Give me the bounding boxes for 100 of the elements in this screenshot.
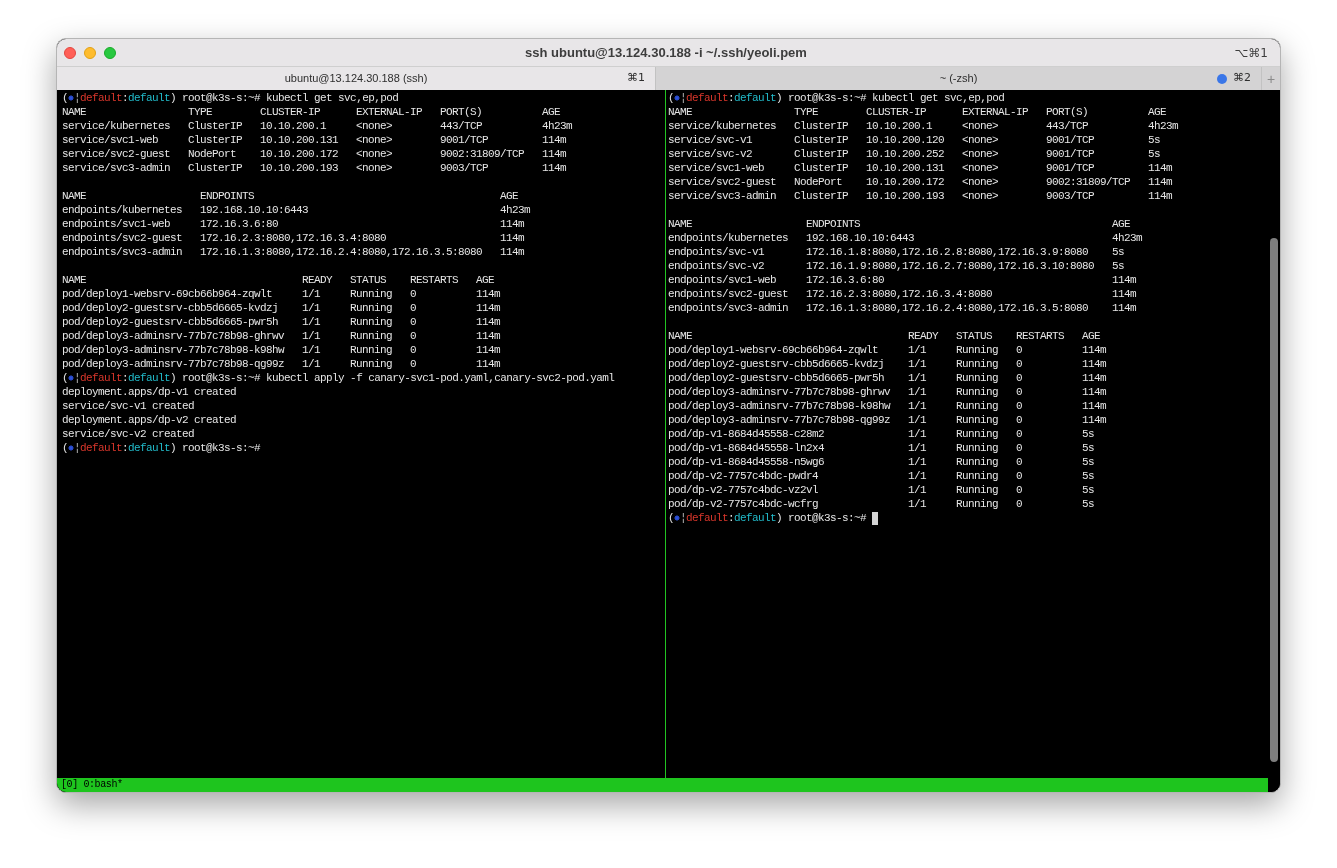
table-cell-text: pod/dp-v2-7757c4bdc-pwdr4: [668, 469, 820, 483]
column-header: AGE: [542, 105, 562, 119]
table-cell: 10.10.200.172: [260, 147, 339, 161]
zoom-button[interactable]: [104, 46, 116, 59]
close-button[interactable]: [64, 46, 76, 59]
kube-context: ¦default:default): [680, 91, 783, 105]
table-cell-text: endpoints/svc1-web: [668, 273, 778, 287]
table-cell: endpoints/kubernetes: [668, 231, 789, 245]
table-cell-text: 114m: [542, 161, 568, 175]
output-text: deployment.apps/dp-v2 created: [62, 413, 238, 427]
table-cell: 114m: [476, 357, 501, 371]
prompt-text: root@k3s-s:~#: [788, 91, 867, 105]
column-header: RESTARTS: [1016, 329, 1065, 343]
table-cell: endpoints/svc3-admin: [668, 301, 789, 315]
table-cell-text: 1/1: [302, 343, 322, 357]
table-cell-text: 1/1: [302, 315, 322, 329]
column-header: ENDPOINTS: [806, 217, 862, 231]
table-cell-text: NodePort: [794, 175, 844, 189]
table-cell-text: 1/1: [908, 483, 928, 497]
column-header: RESTARTS: [410, 273, 459, 287]
table-cell-text: 1/1: [908, 399, 928, 413]
table-cell-text: 5s: [1082, 497, 1096, 511]
table-cell: Running: [350, 329, 393, 343]
table-cell: 10.10.200.131: [866, 161, 945, 175]
column-header: STATUS: [350, 273, 388, 287]
wheel-icon: [68, 375, 74, 381]
table-cell-text: <none>: [962, 133, 1000, 147]
column-header: EXTERNAL-IP: [962, 105, 1029, 119]
table-cell-text: <none>: [962, 119, 1000, 133]
table-cell: 114m: [476, 329, 501, 343]
shortcut-label: ⌘1: [627, 70, 645, 87]
table-cell-text: 0: [410, 315, 418, 329]
table-cell-text: <none>: [356, 147, 394, 161]
column-header: NAME: [668, 105, 693, 119]
table-cell: 4h23m: [1112, 231, 1143, 245]
table-cell-text: service/svc1-web: [668, 161, 766, 175]
table-cell-text: 114m: [1148, 161, 1174, 175]
wheel-icon: [674, 515, 680, 521]
column-header: NAME: [668, 329, 693, 343]
column-header: EXTERNAL-IP: [356, 105, 423, 119]
table-cell-text: pod/deploy1-websrv-69cb66b964-zqwlt: [668, 343, 880, 357]
table-cell-text: 5s: [1148, 133, 1162, 147]
table-cell-text: 114m: [1112, 273, 1138, 287]
table-cell: 114m: [1082, 343, 1107, 357]
prompt-bracket: (: [668, 91, 674, 105]
table-cell: 114m: [1082, 399, 1107, 413]
table-cell-text: 114m: [500, 231, 526, 245]
table-cell: 10.10.200.172: [866, 175, 945, 189]
table-cell-text: 114m: [542, 147, 568, 161]
shortcut-label: ⌥⌘1: [1234, 44, 1268, 62]
table-cell: 114m: [1082, 385, 1107, 399]
prompt-text: root@k3s-s:~#: [788, 511, 867, 525]
table-cell: Running: [956, 427, 999, 441]
table-cell-text: endpoints/svc-v2: [668, 259, 766, 273]
table-cell-text: 0: [410, 301, 418, 315]
table-cell-text: 1/1: [908, 343, 928, 357]
table-cell-text: pod/dp-v2-7757c4bdc-wcfrg: [668, 497, 820, 511]
table-cell: pod/deploy3-adminsrv-77b7c78b98-k98hw: [62, 343, 285, 357]
table-cell-text: 1/1: [908, 441, 928, 455]
table-cell-text: 172.16.1.8:8080,172.16.2.8:8080,172.16.3.9:8080: [806, 245, 1090, 259]
table-cell-text: 5s: [1082, 427, 1096, 441]
table-cell: 9002:31809/TCP: [1046, 175, 1131, 189]
table-cell-text: pod/deploy1-websrv-69cb66b964-zqwlt: [62, 287, 274, 301]
scrollbar-thumb[interactable]: [1270, 238, 1278, 762]
table-cell: 10.10.200.120: [866, 133, 945, 147]
table-cell: service/svc2-guest: [62, 147, 171, 161]
table-cell: 4h23m: [1148, 119, 1179, 133]
table-cell-text: 1/1: [908, 427, 928, 441]
table-cell-text: 0: [1016, 455, 1024, 469]
table-cell-text: 192.168.10.10:6443: [806, 231, 916, 245]
column-header: READY: [908, 329, 939, 343]
table-cell-text: 114m: [542, 133, 568, 147]
prompt-bracket: (: [62, 441, 68, 455]
table-cell-text: service/svc-v1: [668, 133, 753, 147]
tab[interactable]: ~ (-zsh) ⌘2: [656, 67, 1262, 90]
table-cell: ClusterIP: [188, 133, 243, 147]
table-cell: endpoints/kubernetes: [62, 203, 183, 217]
table-cell-text: 5s: [1082, 469, 1096, 483]
table-cell-text: pod/dp-v2-7757c4bdc-vz2vl: [668, 483, 820, 497]
table-cell-text: 0: [1016, 441, 1024, 455]
column-header: STATUS: [956, 329, 994, 343]
prompt-text: root@k3s-s:~#: [182, 371, 261, 385]
table-cell: ClusterIP: [794, 189, 849, 203]
table-cell-text: 0: [1016, 371, 1024, 385]
minimize-button[interactable]: [84, 46, 96, 59]
table-cell-text: 5s: [1148, 147, 1162, 161]
table-cell-text: 9001/TCP: [1046, 161, 1096, 175]
table-cell: ClusterIP: [188, 161, 243, 175]
output-text: service/svc-v2 created: [62, 427, 196, 441]
table-cell-text: 172.16.3.6:80: [806, 273, 886, 287]
kube-context: ¦default:default): [74, 91, 177, 105]
table-cell: endpoints/svc2-guest: [62, 231, 183, 245]
tab[interactable]: ubuntu@13.124.30.188 (ssh) ⌘1: [57, 67, 656, 90]
command-text: kubectl apply -f canary-svc1-pod.yaml,canary-svc2-pod.yaml: [266, 371, 615, 385]
column-header: AGE: [500, 189, 520, 203]
table-cell-text: 192.168.10.10:6443: [200, 203, 310, 217]
table-cell: 114m: [476, 287, 501, 301]
column-header: READY: [302, 273, 333, 287]
table-cell-text: 1/1: [908, 385, 928, 399]
table-cell-text: <none>: [356, 161, 394, 175]
